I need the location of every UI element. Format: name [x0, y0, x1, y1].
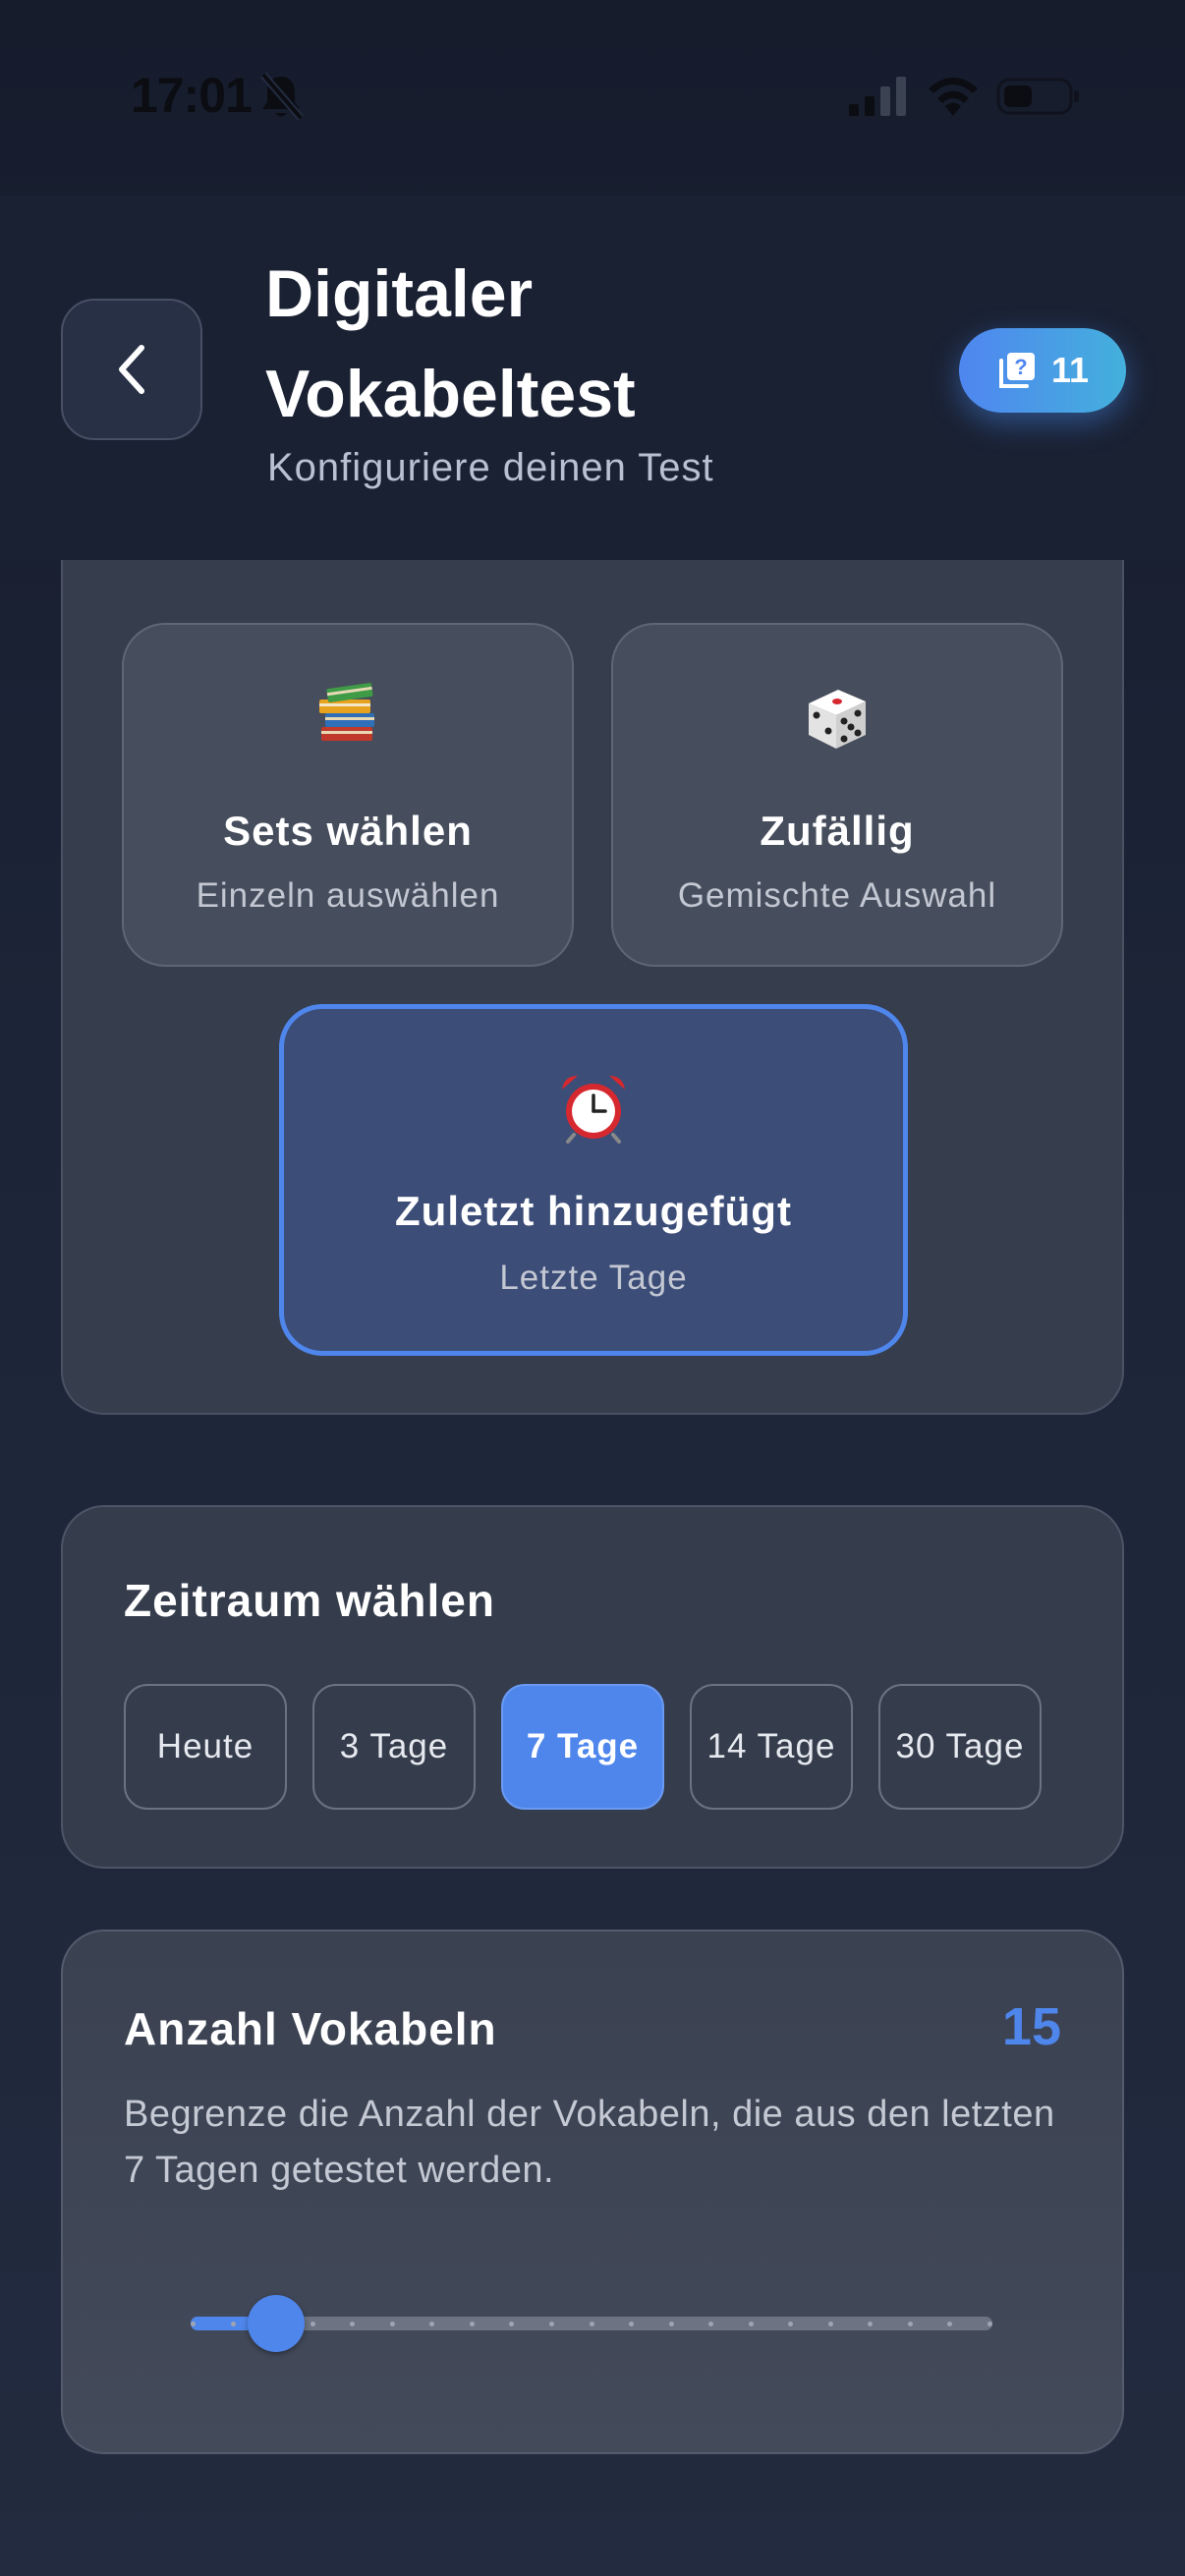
mode-selection-card: Sets wählen Einzeln auswählen Zufällig G…	[61, 560, 1124, 1415]
wifi-icon	[929, 78, 978, 116]
slider-tick	[191, 2322, 196, 2326]
mode-option-random[interactable]: Zufällig Gemischte Auswahl	[611, 623, 1063, 967]
slider-tick	[708, 2322, 714, 2326]
period-chip-7-days[interactable]: 7 Tage	[501, 1684, 664, 1810]
slider-tick	[350, 2322, 356, 2326]
slider-tick	[668, 2322, 674, 2326]
slider-tick	[788, 2322, 794, 2326]
period-chip-30-days[interactable]: 30 Tage	[878, 1684, 1042, 1810]
slider-tick	[988, 2322, 992, 2326]
mode-title: Zuletzt hinzugefügt	[395, 1188, 792, 1234]
slider-tick	[748, 2322, 754, 2326]
slider-tick	[310, 2322, 315, 2326]
battery-low-icon	[996, 78, 1079, 115]
count-title: Anzahl Vokabeln	[124, 2003, 497, 2054]
status-bar: 17:01	[0, 0, 1185, 196]
slider-tick	[589, 2322, 594, 2326]
status-time: 17:01	[131, 68, 253, 123]
mode-title: Zufällig	[760, 808, 915, 854]
slider-tick	[629, 2322, 635, 2326]
chevron-left-icon	[119, 345, 144, 394]
back-button[interactable]	[61, 299, 202, 440]
vocab-count-card: Anzahl Vokabeln 15 Begrenze die Anzahl d…	[61, 1930, 1124, 2454]
svg-text:?: ?	[1014, 355, 1027, 379]
slider-tick	[868, 2322, 874, 2326]
vocab-count-slider[interactable]	[191, 2295, 992, 2352]
slider-tick	[389, 2322, 395, 2326]
mode-title: Sets wählen	[223, 808, 473, 854]
slider-tick	[429, 2322, 435, 2326]
slider-tick	[469, 2322, 475, 2326]
page-title: Digitaler Vokabeltest	[265, 256, 636, 431]
period-chip-14-days[interactable]: 14 Tage	[690, 1684, 853, 1810]
period-chip-today[interactable]: Heute	[124, 1684, 287, 1810]
mode-subtitle: Gemischte Auswahl	[677, 876, 997, 915]
slider-tick	[907, 2322, 913, 2326]
header: Digitaler Vokabeltest Konfiguriere deine…	[0, 196, 1185, 560]
mode-option-sets[interactable]: Sets wählen Einzeln auswählen	[122, 623, 574, 967]
slider-tick	[509, 2322, 515, 2326]
period-card: Zeitraum wählen Heute 3 Tage 7 Tage 14 T…	[61, 1505, 1124, 1869]
question-count-badge[interactable]: ? 11	[959, 328, 1126, 413]
slider-tick	[827, 2322, 833, 2326]
slider-tick	[947, 2322, 953, 2326]
mode-subtitle: Letzte Tage	[499, 1259, 688, 1297]
badge-count: 11	[1050, 350, 1090, 390]
slider-thumb[interactable]	[248, 2295, 306, 2352]
slider-tick	[230, 2322, 236, 2326]
books-icon	[124, 682, 572, 760]
mode-option-recent[interactable]: Zuletzt hinzugefügt Letzte Tage	[279, 1004, 908, 1356]
count-value: 15	[1001, 1997, 1061, 2056]
alarm-clock-icon	[284, 1070, 903, 1148]
page-subtitle: Konfiguriere deinen Test	[267, 446, 714, 489]
dice-icon	[613, 682, 1061, 760]
bell-slash-icon	[259, 72, 305, 121]
question-cards-icon: ?	[998, 353, 1035, 388]
period-chip-3-days[interactable]: 3 Tage	[312, 1684, 476, 1810]
cellular-signal-icon	[849, 77, 906, 116]
count-description: Begrenze die Anzahl der Vokabeln, die au…	[124, 2094, 1055, 2191]
period-title: Zeitraum wählen	[124, 1575, 495, 1626]
slider-tick	[548, 2322, 554, 2326]
mode-subtitle: Einzeln auswählen	[196, 876, 500, 915]
